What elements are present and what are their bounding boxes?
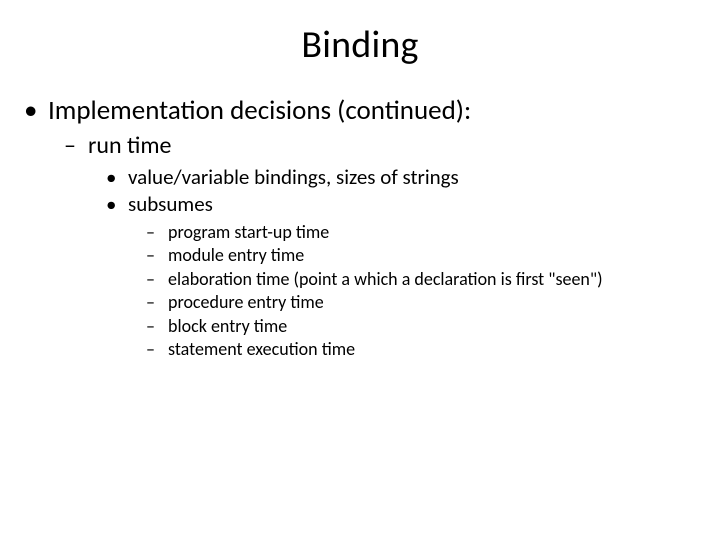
bullet-l4: elaboration time (point a which a declar… <box>168 268 700 291</box>
bullet-l4-text: block entry time <box>168 315 287 337</box>
bullet-l2: run time value/variable bindings, sizes … <box>88 131 700 364</box>
bullet-list-l2: run time value/variable bindings, sizes … <box>48 131 700 364</box>
bullet-l2-text: run time <box>88 131 172 160</box>
bullet-l4: module entry time <box>168 244 700 267</box>
bullet-l4-text: statement execution time <box>168 338 355 360</box>
bullet-l3b-text: subsumes <box>128 191 213 217</box>
slide-body: Implementation decisions (continued): ru… <box>0 94 720 368</box>
bullet-l4-text: module entry time <box>168 244 304 266</box>
bullet-l4: statement execution time <box>168 338 700 361</box>
bullet-l3a-text: value/variable bindings, sizes of string… <box>128 164 459 190</box>
bullet-l4: procedure entry time <box>168 291 700 314</box>
bullet-list-l4: program start-up time module entry time … <box>128 221 700 361</box>
bullet-list-l3: value/variable bindings, sizes of string… <box>88 164 700 362</box>
bullet-l3: subsumes program start-up time module en… <box>128 191 700 362</box>
slide-title: Binding <box>0 0 720 86</box>
bullet-l3: value/variable bindings, sizes of string… <box>128 164 700 191</box>
slide: Binding Implementation decisions (contin… <box>0 0 720 540</box>
bullet-l4-text: elaboration time (point a which a declar… <box>168 268 603 290</box>
bullet-list-l1: Implementation decisions (continued): ru… <box>20 94 700 368</box>
bullet-l4: program start-up time <box>168 221 700 244</box>
bullet-l1: Implementation decisions (continued): ru… <box>48 94 700 368</box>
bullet-l1-text: Implementation decisions (continued): <box>48 94 471 127</box>
bullet-l4: block entry time <box>168 315 700 338</box>
bullet-l4-text: program start-up time <box>168 221 329 243</box>
bullet-l4-text: procedure entry time <box>168 291 324 313</box>
